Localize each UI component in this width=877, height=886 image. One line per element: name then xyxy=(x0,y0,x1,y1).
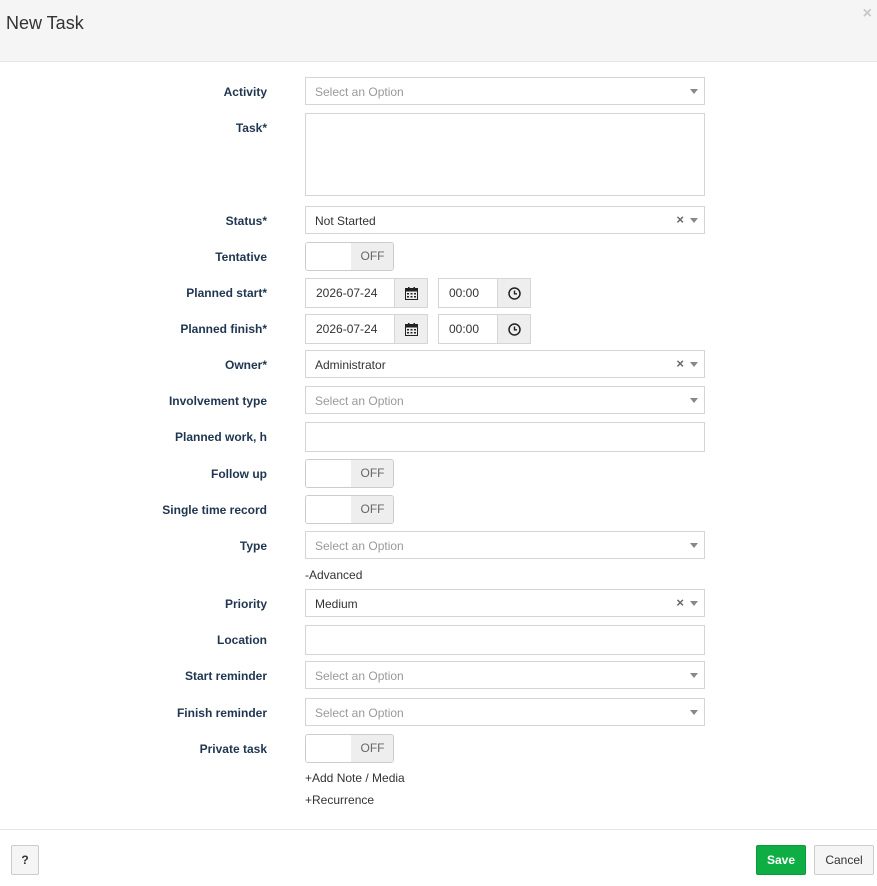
follow-up-toggle[interactable]: OFF xyxy=(305,459,394,488)
start-reminder-select[interactable]: Select an Option xyxy=(305,661,705,689)
close-icon[interactable]: × xyxy=(676,213,684,227)
priority-value: Medium xyxy=(315,597,358,611)
toggle-knob xyxy=(306,460,351,487)
close-icon[interactable]: × xyxy=(676,357,684,371)
chevron-down-icon xyxy=(690,710,698,715)
planned-start-clock-button[interactable] xyxy=(497,278,531,308)
owner-select[interactable]: Administrator × xyxy=(305,350,705,378)
finish-reminder-placeholder: Select an Option xyxy=(315,706,404,720)
priority-select[interactable]: Medium × xyxy=(305,589,705,617)
planned-finish-date-input[interactable] xyxy=(305,314,395,344)
calendar-icon xyxy=(405,323,418,336)
planned-start-time-input[interactable] xyxy=(438,278,498,308)
close-icon[interactable]: × xyxy=(863,6,872,22)
tentative-label: Tentative xyxy=(215,250,267,264)
toggle-state: OFF xyxy=(351,243,393,270)
finish-reminder-label: Finish reminder xyxy=(176,706,267,720)
status-select[interactable]: Not Started × xyxy=(305,206,705,234)
clock-icon xyxy=(508,287,521,300)
owner-value: Administrator xyxy=(315,358,386,372)
finish-reminder-select[interactable]: Select an Option xyxy=(305,698,705,726)
toggle-state: OFF xyxy=(351,460,393,487)
toggle-knob xyxy=(306,735,351,762)
clock-icon xyxy=(508,323,521,336)
single-time-record-toggle[interactable]: OFF xyxy=(305,495,394,524)
status-label: Status* xyxy=(225,214,267,228)
task-textarea[interactable] xyxy=(305,113,705,196)
recurrence-link[interactable]: +Recurrence xyxy=(305,793,374,807)
start-reminder-label: Start reminder xyxy=(184,669,267,683)
chevron-down-icon xyxy=(690,89,698,94)
planned-finish-clock-button[interactable] xyxy=(497,314,531,344)
dialog-title: New Task xyxy=(6,13,84,33)
chevron-down-icon xyxy=(690,218,698,223)
toggle-knob xyxy=(306,243,351,270)
priority-label: Priority xyxy=(224,597,267,611)
owner-label: Owner* xyxy=(224,358,267,372)
planned-finish-time-input[interactable] xyxy=(438,314,498,344)
activity-label: Activity xyxy=(223,85,267,99)
modal-header: New Task × xyxy=(0,0,877,62)
chevron-down-icon xyxy=(690,398,698,403)
status-value: Not Started xyxy=(315,214,376,228)
advanced-toggle-link[interactable]: -Advanced xyxy=(305,568,362,582)
type-select[interactable]: Select an Option xyxy=(305,531,705,559)
planned-finish-calendar-button[interactable] xyxy=(394,314,428,344)
private-task-label: Private task xyxy=(199,742,267,756)
cancel-button[interactable]: Cancel xyxy=(814,845,874,875)
planned-work-label: Planned work, h xyxy=(174,430,267,444)
follow-up-label: Follow up xyxy=(211,467,267,481)
location-input[interactable] xyxy=(305,625,705,655)
modal-footer: ? Save Cancel xyxy=(0,829,877,886)
task-label: Task* xyxy=(235,121,267,135)
start-reminder-placeholder: Select an Option xyxy=(315,669,404,683)
single-time-record-label: Single time record xyxy=(162,503,267,517)
private-task-toggle[interactable]: OFF xyxy=(305,734,394,763)
location-label: Location xyxy=(217,633,267,647)
tentative-toggle[interactable]: OFF xyxy=(305,242,394,271)
planned-start-date-input[interactable] xyxy=(305,278,395,308)
save-button[interactable]: Save xyxy=(756,845,806,875)
involvement-type-select[interactable]: Select an Option xyxy=(305,386,705,414)
planned-finish-label: Planned finish* xyxy=(180,322,267,336)
planned-start-label: Planned start* xyxy=(186,286,267,300)
activity-select[interactable]: Select an Option xyxy=(305,77,705,105)
chevron-down-icon xyxy=(690,543,698,548)
add-note-media-link[interactable]: +Add Note / Media xyxy=(305,771,405,785)
planned-start-calendar-button[interactable] xyxy=(394,278,428,308)
toggle-knob xyxy=(306,496,351,523)
toggle-state: OFF xyxy=(351,496,393,523)
type-placeholder: Select an Option xyxy=(315,539,404,553)
chevron-down-icon xyxy=(690,673,698,678)
involvement-type-placeholder: Select an Option xyxy=(315,394,404,408)
activity-placeholder: Select an Option xyxy=(315,85,404,99)
chevron-down-icon xyxy=(690,601,698,606)
type-label: Type xyxy=(239,539,267,553)
planned-work-input[interactable] xyxy=(305,422,705,452)
calendar-icon xyxy=(405,287,418,300)
toggle-state: OFF xyxy=(351,735,393,762)
chevron-down-icon xyxy=(690,362,698,367)
close-icon[interactable]: × xyxy=(676,596,684,610)
involvement-type-label: Involvement type xyxy=(168,394,267,408)
help-button[interactable]: ? xyxy=(11,845,39,875)
